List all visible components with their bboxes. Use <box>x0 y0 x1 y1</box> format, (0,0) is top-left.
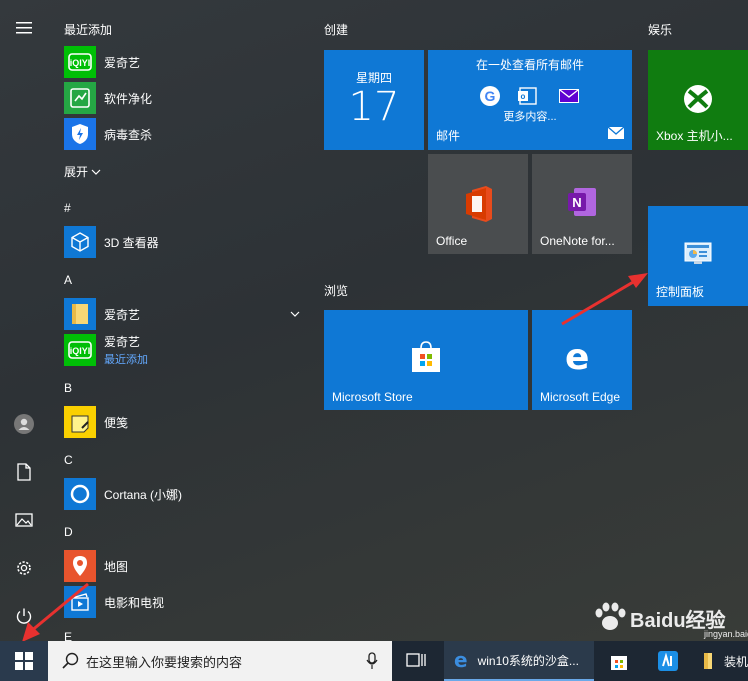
svg-text:N: N <box>572 195 581 210</box>
antivirus-icon <box>64 118 96 150</box>
user-icon[interactable] <box>0 400 48 448</box>
search-icon <box>62 652 79 669</box>
iqiyi-icon: iQIYI <box>64 46 96 78</box>
expand-button[interactable]: 展开 <box>64 163 101 180</box>
microsoft-store-tile-label: Microsoft Store <box>332 390 413 404</box>
microsoft-edge-tile-label: Microsoft Edge <box>540 390 621 404</box>
taskbar-search-box[interactable]: 在这里输入你要搜索的内容 <box>48 641 392 681</box>
xbox-tile-label: Xbox 主机小... <box>656 129 733 143</box>
start-menu: 最近添加 iQIYI 爱奇艺 软件净化 病毒查杀 展开 # 3D 查看器 A 爱… <box>0 0 748 642</box>
group-header-entertainment[interactable]: 娱乐 <box>648 21 672 38</box>
xbox-tile[interactable]: Xbox 主机小... <box>648 50 748 150</box>
taskbar-file-explorer[interactable]: 装机 <box>704 641 748 681</box>
mail-tile[interactable]: 在一处查看所有邮件 G o 更多内容... 邮件 <box>428 50 632 150</box>
taskbar-edge-window-title: win10系统的沙盒... <box>477 653 579 668</box>
section-letter-d[interactable]: D <box>64 525 73 539</box>
svg-text:iQIYI: iQIYI <box>70 346 91 356</box>
app-iqiyi[interactable]: iQIYI 爱奇艺 最近添加 <box>64 333 304 367</box>
calendar-day-number: 17 <box>348 84 400 130</box>
taskbar-store-button[interactable] <box>604 641 634 681</box>
google-icon: G <box>480 86 500 106</box>
chevron-down-icon <box>91 169 101 175</box>
svg-text:iQIYI: iQIYI <box>70 58 91 68</box>
paw-icon <box>595 602 626 630</box>
control-panel-tile[interactable]: 控制面板 <box>648 206 748 306</box>
task-view-icon <box>406 653 426 667</box>
taskbar-file-explorer-label: 装机 <box>723 654 748 669</box>
chevron-down-icon[interactable] <box>290 310 300 318</box>
folder-icon <box>64 298 96 330</box>
cortana-icon <box>64 478 96 510</box>
taskbar-app-button[interactable] <box>652 641 684 681</box>
annotation-arrow-control-panel <box>561 273 648 326</box>
app-movies-tv[interactable]: 电影和电视 <box>64 585 304 619</box>
onenote-tile[interactable]: N OneNote for... <box>532 154 632 254</box>
sticky-notes-icon <box>64 406 96 438</box>
onenote-icon: N <box>566 186 598 223</box>
recent-header: 最近添加 <box>64 23 113 37</box>
section-letter-a[interactable]: A <box>64 273 72 287</box>
office-tile-label: Office <box>436 234 468 248</box>
maps-icon <box>64 550 96 582</box>
edge-icon: e <box>565 337 590 378</box>
taskbar: 在这里输入你要搜索的内容 e win10系统的沙盒... 装机 <box>0 641 748 681</box>
svg-text:o: o <box>521 92 526 101</box>
office-icon <box>462 186 494 227</box>
3d-viewer-icon <box>64 226 96 258</box>
office-tile[interactable]: Office <box>428 154 528 254</box>
onenote-tile-label: OneNote for... <box>540 234 615 248</box>
section-letter-hash[interactable]: # <box>64 201 71 215</box>
app-list: 最近添加 iQIYI 爱奇艺 软件净化 病毒查杀 展开 # 3D 查看器 A 爱… <box>48 0 310 641</box>
xbox-icon <box>683 84 713 119</box>
recently-added-badge: 最近添加 <box>104 354 148 366</box>
start-rail <box>0 0 48 641</box>
app-iqiyi-folder[interactable]: 爱奇艺 <box>64 297 304 331</box>
section-letter-c[interactable]: C <box>64 453 73 467</box>
app-iqiyi-recent[interactable]: iQIYI 爱奇艺 <box>64 45 304 79</box>
baidu-jingyan-watermark: Baidu经验 jingyan.baidu.com <box>590 600 748 640</box>
section-letter-b[interactable]: B <box>64 381 72 395</box>
app-icon <box>658 651 678 671</box>
control-panel-icon <box>684 242 712 271</box>
task-view-button[interactable] <box>400 641 432 681</box>
watermark-url: jingyan.baidu.com <box>704 629 748 639</box>
app-antivirus[interactable]: 病毒查杀 <box>64 117 304 151</box>
search-placeholder: 在这里输入你要搜索的内容 <box>86 654 243 670</box>
envelope-icon <box>607 126 625 144</box>
microsoft-store-tile[interactable]: Microsoft Store <box>324 310 528 410</box>
store-bag-icon <box>410 340 442 377</box>
folder-icon <box>704 653 712 669</box>
mail-tile-more: 更多内容... <box>503 111 557 123</box>
group-header-browse[interactable]: 浏览 <box>324 282 348 299</box>
hamburger-icon[interactable] <box>0 4 48 52</box>
software-clean-icon <box>64 82 96 114</box>
control-panel-tile-label: 控制面板 <box>656 285 705 299</box>
app-label: 爱奇艺 <box>104 335 141 349</box>
store-bag-icon <box>611 656 627 670</box>
start-button[interactable] <box>0 641 48 681</box>
microphone-icon[interactable] <box>366 652 378 670</box>
app-3d-viewer[interactable]: 3D 查看器 <box>64 225 304 259</box>
windows-logo-icon <box>15 652 33 670</box>
group-header-create[interactable]: 创建 <box>324 21 348 38</box>
annotation-arrow-start <box>22 582 89 642</box>
mail-tile-label: 邮件 <box>436 129 461 143</box>
pictures-icon[interactable] <box>0 496 48 544</box>
iqiyi-icon: iQIYI <box>64 334 96 366</box>
app-software-clean[interactable]: 软件净化 <box>64 81 304 115</box>
document-icon[interactable] <box>0 448 48 496</box>
edge-icon: e <box>454 648 468 672</box>
app-cortana[interactable]: Cortana (小娜) <box>64 477 304 511</box>
app-sticky-notes[interactable]: 便笺 <box>64 405 304 439</box>
calendar-tile[interactable]: 星期四 17 <box>324 50 424 150</box>
app-maps[interactable]: 地图 <box>64 549 304 583</box>
mail-tile-title: 在一处查看所有邮件 <box>475 58 584 72</box>
taskbar-edge-window[interactable]: e win10系统的沙盒... <box>444 641 594 681</box>
